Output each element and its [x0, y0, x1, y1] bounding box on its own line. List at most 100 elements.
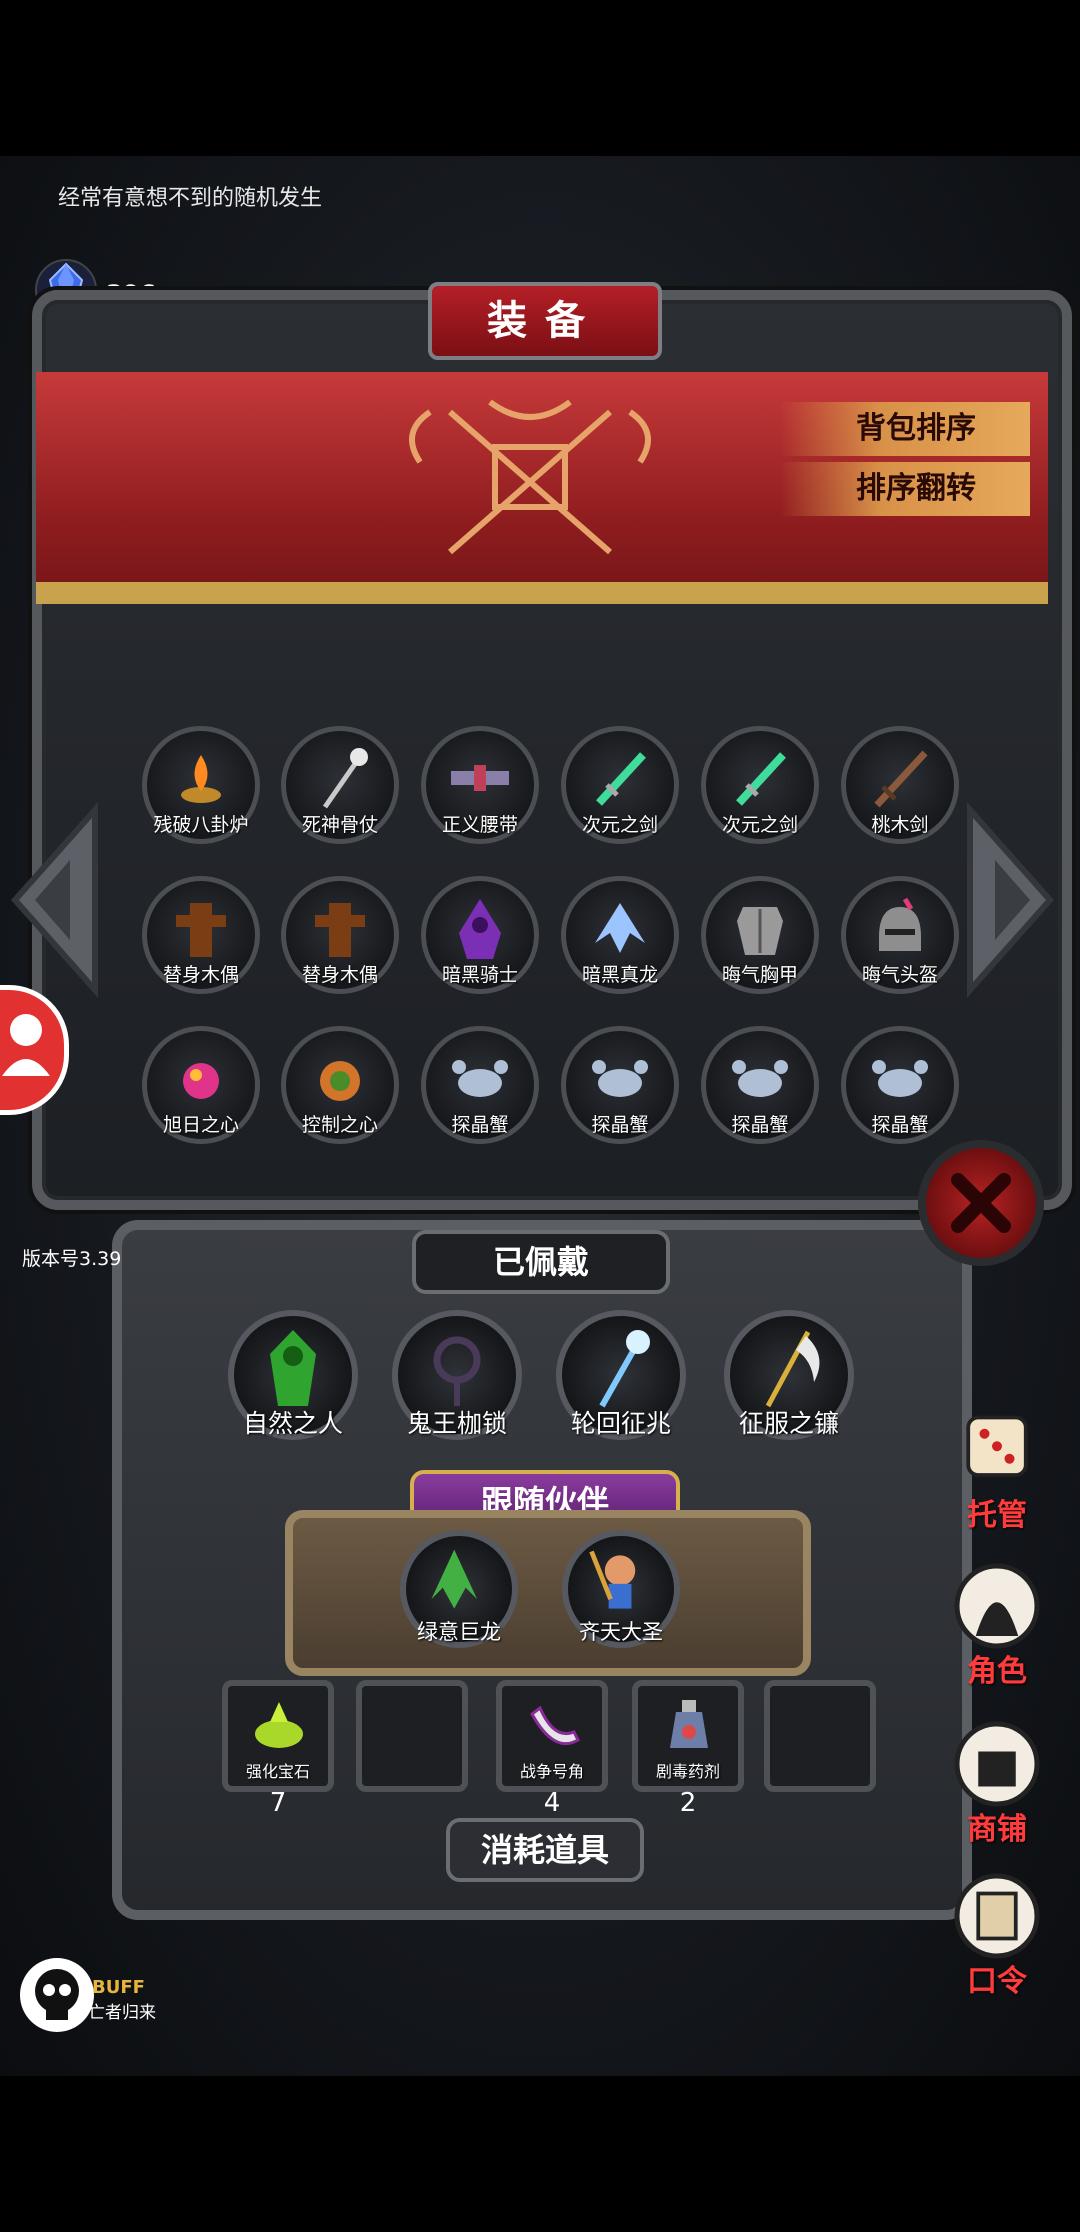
inventory-item[interactable]: 正义腰带 — [421, 726, 539, 844]
inventory-item-label: 晦气头盔 — [861, 964, 938, 986]
equipped-item[interactable]: 轮回征兆 — [556, 1310, 686, 1440]
dark-knight-icon — [459, 899, 501, 959]
inventory-item-label: 控制之心 — [301, 1114, 378, 1136]
side-menu-label: 托管 — [967, 1498, 1027, 1533]
gem-pile-icon — [255, 1702, 303, 1748]
inventory-item-label: 替身木偶 — [162, 964, 239, 986]
equipped-item-label: 征服之镰 — [738, 1409, 839, 1438]
consumable-item[interactable]: 剧毒药剂 — [632, 1680, 744, 1792]
sun-heart-icon — [183, 1063, 219, 1099]
skull-icon — [35, 1969, 79, 2020]
brazier-icon — [181, 755, 221, 803]
inventory-item-label: 残破八卦炉 — [153, 814, 249, 836]
inventory-item[interactable]: 控制之心 — [281, 1026, 399, 1144]
belt-icon — [451, 765, 509, 791]
side-menu-button[interactable]: 口令 — [942, 1866, 1052, 1999]
inventory-item-label: 探晶蟹 — [451, 1114, 509, 1136]
crab-icon — [872, 1060, 928, 1097]
potion-icon — [670, 1700, 708, 1748]
prev-page-arrow-icon[interactable] — [10, 800, 100, 1000]
panel-title: 装备 — [428, 282, 662, 360]
close-button[interactable] — [918, 1140, 1044, 1266]
chestplate-icon — [737, 907, 783, 955]
user-icon — [2, 1014, 50, 1076]
equipped-item-label: 自然之人 — [242, 1409, 343, 1438]
monkey-king-icon — [589, 1550, 636, 1609]
inventory-item-label: 探晶蟹 — [591, 1114, 649, 1136]
wooden-doll-icon — [315, 903, 365, 957]
green-sword-icon — [736, 752, 786, 806]
close-icon — [951, 1173, 1011, 1233]
scythe-icon — [765, 1330, 820, 1408]
buff-subtitle: 亡者归来 — [88, 2003, 156, 2023]
side-menu-label: 商铺 — [967, 1812, 1027, 1847]
inventory-item-label: 探晶蟹 — [731, 1114, 789, 1136]
side-menu-label: 角色 — [967, 1654, 1027, 1689]
nature-man-icon — [270, 1330, 316, 1406]
random-tip: 经常有意想不到的随机发生 — [58, 186, 323, 211]
inventory-item-label: 次元之剑 — [581, 814, 658, 836]
inventory-item[interactable]: 晦气胸甲 — [701, 876, 819, 994]
equipped-item[interactable]: 鬼王枷锁 — [392, 1310, 522, 1440]
partner-item[interactable]: 绿意巨龙 — [400, 1530, 518, 1648]
partner-item-label: 绿意巨龙 — [417, 1620, 501, 1644]
inventory-item[interactable]: 替身木偶 — [281, 876, 399, 994]
equipped-item-label: 轮回征兆 — [570, 1409, 671, 1438]
side-menu-button[interactable]: 角色 — [942, 1556, 1052, 1689]
version-label: 版本号3.39 — [22, 1248, 122, 1270]
inventory-item[interactable]: 桃木剑 — [841, 726, 959, 844]
inventory-item[interactable]: 晦气头盔 — [841, 876, 959, 994]
ghost-shackle-icon — [433, 1336, 481, 1406]
sort-reverse-button[interactable]: 排序翻转 — [780, 462, 1030, 516]
sort-bag-button[interactable]: 背包排序 — [780, 402, 1030, 456]
crab-icon — [452, 1060, 508, 1097]
inventory-item-label: 次元之剑 — [721, 814, 798, 836]
consumable-count: 2 — [679, 1788, 697, 1818]
scroll-icon — [954, 1873, 1040, 1959]
inventory-item[interactable]: 次元之剑 — [701, 726, 819, 844]
inventory-item[interactable]: 暗黑骑士 — [421, 876, 539, 994]
inventory-item[interactable]: 暗黑真龙 — [561, 876, 679, 994]
side-menu-button[interactable]: 商铺 — [942, 1714, 1052, 1847]
consumable-count: 7 — [269, 1788, 287, 1818]
inventory-item[interactable]: 替身木偶 — [142, 876, 260, 994]
equipped-item-label: 鬼王枷锁 — [406, 1409, 507, 1438]
inventory-item[interactable]: 探晶蟹 — [841, 1026, 959, 1144]
consumable-item-label: 强化宝石 — [245, 1762, 310, 1781]
inventory-item-label: 探晶蟹 — [871, 1114, 929, 1136]
inventory-item[interactable]: 旭日之心 — [142, 1026, 260, 1144]
crab-icon — [592, 1060, 648, 1097]
inventory-item-label: 正义腰带 — [441, 814, 518, 836]
equipped-title: 已佩戴 — [412, 1230, 670, 1294]
next-page-arrow-icon[interactable] — [965, 800, 1055, 1000]
wooden-doll-icon — [176, 903, 226, 957]
equipped-item[interactable]: 征服之镰 — [724, 1310, 854, 1440]
inventory-item[interactable]: 探晶蟹 — [561, 1026, 679, 1144]
buff-skull-icon[interactable] — [20, 1958, 94, 2032]
inventory-item[interactable]: 探晶蟹 — [701, 1026, 819, 1144]
empty-consumable-slot[interactable] — [356, 1680, 468, 1792]
skull-staff-icon — [322, 748, 368, 809]
avatar-tab[interactable] — [0, 985, 69, 1115]
equipped-item[interactable]: 自然之人 — [228, 1310, 358, 1440]
side-menu-button[interactable]: 托管 — [942, 1400, 1052, 1533]
inventory-item-label: 旭日之心 — [162, 1114, 239, 1136]
inventory-item[interactable]: 残破八卦炉 — [142, 726, 260, 844]
inventory-item[interactable]: 探晶蟹 — [421, 1026, 539, 1144]
partner-item-label: 齐天大圣 — [579, 1620, 663, 1644]
green-dragon-icon — [431, 1549, 478, 1609]
consumable-item-label: 剧毒药剂 — [655, 1762, 720, 1781]
consumable-item[interactable]: 强化宝石 — [222, 1680, 334, 1792]
control-heart-icon — [320, 1061, 360, 1101]
inventory-item[interactable]: 死神骨仗 — [281, 726, 399, 844]
dark-dragon-icon — [595, 903, 645, 953]
inventory-item-label: 替身木偶 — [301, 964, 378, 986]
consumable-count: 4 — [543, 1788, 561, 1818]
horn-icon — [530, 1705, 580, 1746]
crab-icon — [732, 1060, 788, 1097]
consumable-item[interactable]: 战争号角 — [496, 1680, 608, 1792]
crossed-swords-emblem — [409, 399, 651, 555]
empty-consumable-slot[interactable] — [764, 1680, 876, 1792]
inventory-item[interactable]: 次元之剑 — [561, 726, 679, 844]
partner-item[interactable]: 齐天大圣 — [562, 1530, 680, 1648]
